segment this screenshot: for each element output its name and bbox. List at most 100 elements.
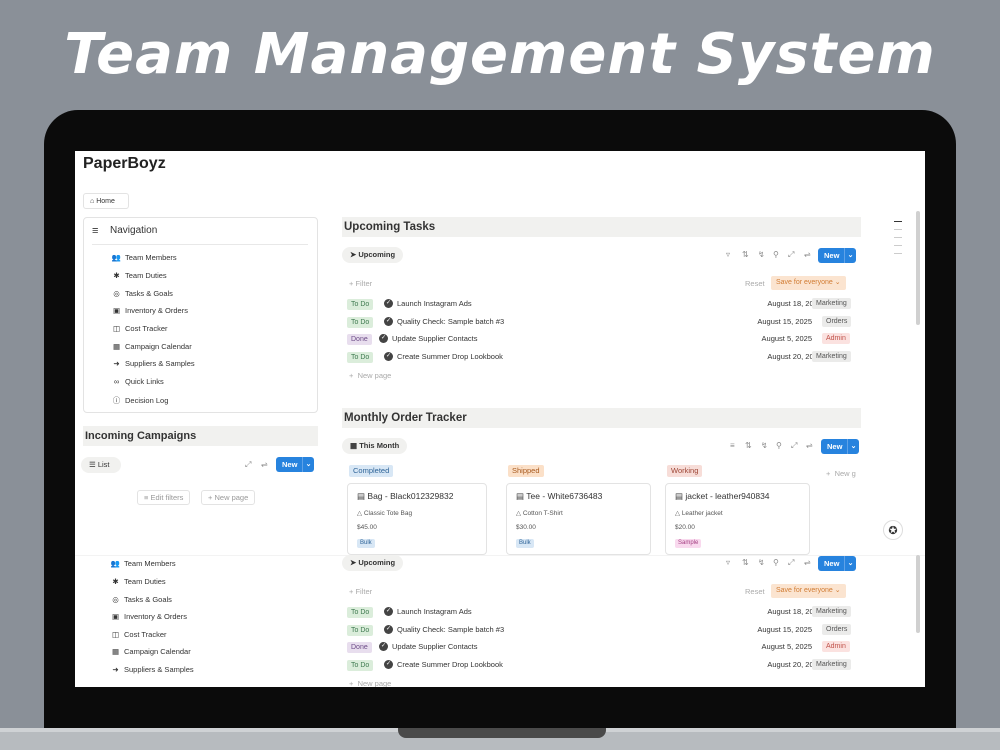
nav-item-tasks-goals[interactable]: ◎ Tasks & Goals xyxy=(111,289,173,298)
asterisk-icon: ✱ xyxy=(113,271,120,280)
nav-item-team-duties[interactable]: ✱ Team Duties xyxy=(111,271,166,280)
scrollbar[interactable] xyxy=(916,211,920,325)
filter-icon[interactable]: ▿ xyxy=(726,250,730,259)
tasks-new-page[interactable]: + New page xyxy=(349,679,391,687)
bolt-icon[interactable]: ↯ xyxy=(758,250,765,259)
reset-button[interactable]: Reset xyxy=(745,279,765,288)
table-row[interactable]: Done ✓ Update Supplier Contacts August 5… xyxy=(347,641,857,655)
nav-item-label: Cost Tracker xyxy=(125,324,168,333)
order-tag: Sample xyxy=(675,539,702,548)
order-title-text: Tee - White6736483 xyxy=(526,491,603,501)
table-row[interactable]: To Do ✓ Quality Check: Sample batch #3 A… xyxy=(347,316,857,330)
nav-item-cost-tracker[interactable]: ◫ Cost Tracker xyxy=(110,630,167,639)
task-date: August 5, 2025 xyxy=(761,642,812,651)
nav-item-campaign-calendar[interactable]: ▦ Campaign Calendar xyxy=(111,342,192,351)
menu-icon[interactable]: ≡ xyxy=(92,225,98,237)
orders-new-button[interactable]: New ⌄ xyxy=(821,439,859,454)
search-icon[interactable]: ⚲ xyxy=(773,250,779,259)
settings-icon[interactable]: ⇌ xyxy=(806,441,813,450)
save-for-everyone-button[interactable]: Save for everyone ⌄ xyxy=(771,584,846,598)
expand-icon[interactable]: ⤢ xyxy=(791,441,797,451)
filter-icon[interactable]: ▿ xyxy=(726,558,730,567)
nav-item-suppliers-samples[interactable]: ➜ Suppliers & Samples xyxy=(110,665,193,674)
campaigns-new-button[interactable]: New ⌄ xyxy=(276,457,314,472)
sort-icon[interactable]: ⇅ xyxy=(745,441,752,450)
order-tag: Bulk xyxy=(516,539,534,548)
new-group-label: New g xyxy=(834,469,856,478)
task-tag: Orders xyxy=(822,316,852,327)
campaigns-view-tab[interactable]: ☰ List xyxy=(81,457,121,473)
people-icon: 👥 xyxy=(110,559,121,568)
expand-icon[interactable]: ⤢ xyxy=(788,250,794,260)
table-row[interactable]: Done ✓ Update Supplier Contacts August 5… xyxy=(347,333,857,347)
edit-filters-label: Edit filters xyxy=(150,493,184,502)
save-for-everyone-button[interactable]: Save for everyone ⌄ xyxy=(771,276,846,290)
scrollbar[interactable] xyxy=(916,555,920,633)
nav-item-decision-log[interactable]: ⓘ Decision Log xyxy=(111,395,169,406)
orders-view-tab[interactable]: ▦ This Month xyxy=(342,438,408,454)
bolt-icon[interactable]: ↯ xyxy=(758,558,765,567)
home-button[interactable]: ⌂ Home xyxy=(83,193,129,209)
nav-item-team-members[interactable]: 👥 Team Members xyxy=(111,253,177,262)
sort-icon[interactable]: ⇅ xyxy=(742,558,749,567)
search-icon[interactable]: ⚲ xyxy=(776,441,782,450)
order-item-text: Leather jacket xyxy=(681,510,723,517)
settings-icon[interactable]: ⇌ xyxy=(804,250,811,259)
task-tag: Admin xyxy=(822,641,850,652)
task-tag: Marketing xyxy=(812,659,851,670)
nav-item-label: Inventory & Orders xyxy=(125,306,188,315)
sort-icon[interactable]: ⇅ xyxy=(742,250,749,259)
nav-item-team-duties[interactable]: ✱ Team Duties xyxy=(110,577,165,586)
settings-icon[interactable]: ⇌ xyxy=(261,460,268,469)
bolt-icon[interactable]: ↯ xyxy=(761,441,768,450)
home-label: Home xyxy=(96,198,115,205)
tasks-new-button[interactable]: New ⌄ xyxy=(818,248,856,263)
table-row[interactable]: To Do ✓ Create Summer Drop Lookbook Augu… xyxy=(347,351,857,365)
table-row[interactable]: To Do ✓ Launch Instagram Ads August 18, … xyxy=(347,606,857,620)
reset-button[interactable]: Reset xyxy=(745,587,765,596)
task-tag: Marketing xyxy=(812,298,851,309)
order-card[interactable]: ▤ Tee - White6736483 △ Cotton T-Shirt $3… xyxy=(506,483,651,555)
nav-item-suppliers-samples[interactable]: ➜ Suppliers & Samples xyxy=(111,359,194,368)
filter-icon[interactable]: ≡ xyxy=(730,441,735,450)
nav-item-cost-tracker[interactable]: ◫ Cost Tracker xyxy=(111,324,168,333)
nav-item-tasks-goals[interactable]: ◎ Tasks & Goals xyxy=(110,595,172,604)
new-label: New xyxy=(824,251,840,260)
nav-item-inventory-orders[interactable]: ▣ Inventory & Orders xyxy=(110,612,187,621)
tasks-view-tab[interactable]: ➤ Upcoming xyxy=(342,555,404,571)
expand-icon[interactable]: ⤢ xyxy=(245,460,251,470)
tasks-new-button[interactable]: New ⌄ xyxy=(818,556,856,571)
tasks-view-tab[interactable]: ➤ Upcoming xyxy=(342,247,404,263)
expand-icon[interactable]: ⤢ xyxy=(788,558,794,568)
task-name: Update Supplier Contacts xyxy=(392,334,478,343)
order-card[interactable]: ▤ Bag - Black012329832 △ Classic Tote Ba… xyxy=(347,483,487,555)
chevron-down-icon: ⌄ xyxy=(302,457,314,472)
check-icon: ✓ xyxy=(384,607,393,616)
tasks-new-page[interactable]: + New page xyxy=(349,371,391,380)
table-row[interactable]: To Do ✓ Launch Instagram Ads August 18, … xyxy=(347,298,857,312)
task-name: Launch Instagram Ads xyxy=(397,607,472,616)
new-label: New xyxy=(824,559,840,568)
new-group-button[interactable]: + New g xyxy=(826,469,856,478)
tasks-filter[interactable]: + Filter xyxy=(349,279,372,288)
edit-filters-button[interactable]: ≡ Edit filters xyxy=(137,490,191,505)
order-card[interactable]: ▤ jacket - leather940834 △ Leather jacke… xyxy=(665,483,810,555)
nav-item-campaign-calendar[interactable]: ▦ Campaign Calendar xyxy=(110,647,191,656)
table-row[interactable]: To Do ✓ Create Summer Drop Lookbook Augu… xyxy=(347,659,857,673)
campaigns-new-page-button[interactable]: + New page xyxy=(201,490,256,505)
nav-item-label: Cost Tracker xyxy=(124,630,167,639)
settings-icon[interactable]: ⇌ xyxy=(804,558,811,567)
search-icon[interactable]: ⚲ xyxy=(773,558,779,567)
save-label: Save for everyone xyxy=(776,279,833,286)
help-icon[interactable]: ✪ xyxy=(883,520,903,540)
nav-item-team-members[interactable]: 👥 Team Members xyxy=(110,559,176,568)
check-icon: ✓ xyxy=(384,317,393,326)
check-icon: ✓ xyxy=(384,625,393,634)
new-label: New xyxy=(827,442,843,451)
status-badge: To Do xyxy=(347,317,374,328)
tasks-filter[interactable]: + Filter xyxy=(349,587,372,596)
nav-item-label: Quick Links xyxy=(125,377,164,386)
table-row[interactable]: To Do ✓ Quality Check: Sample batch #3 A… xyxy=(347,624,857,638)
nav-item-quick-links[interactable]: ∞ Quick Links xyxy=(111,377,164,386)
nav-item-inventory-orders[interactable]: ▣ Inventory & Orders xyxy=(111,306,188,315)
